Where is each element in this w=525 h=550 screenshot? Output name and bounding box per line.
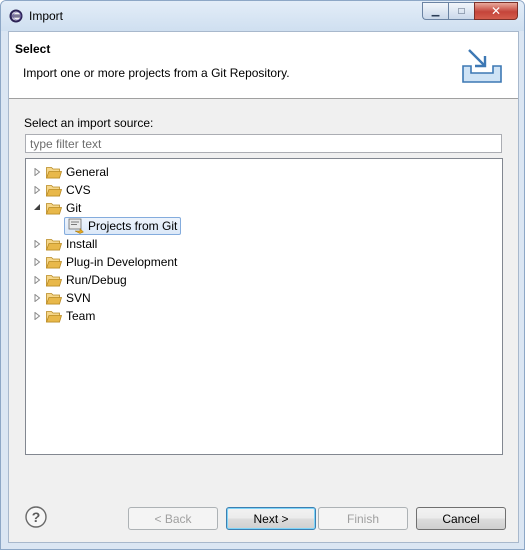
- back-button[interactable]: < Back: [128, 507, 218, 530]
- help-icon[interactable]: ?: [25, 506, 47, 528]
- import-source-label: Select an import source:: [24, 116, 154, 130]
- svg-text:?: ?: [32, 509, 41, 525]
- minimize-icon: ▁: [431, 5, 440, 17]
- tree-item[interactable]: Run/Debug: [32, 271, 127, 289]
- tree-item-label: Projects from Git: [88, 219, 178, 233]
- finish-button[interactable]: Finish: [318, 507, 408, 530]
- tree-item-label: Git: [66, 201, 82, 215]
- folder-icon: [46, 166, 62, 178]
- tree-item-label: SVN: [66, 291, 91, 305]
- import-tray-icon: [462, 49, 502, 83]
- minimize-button[interactable]: ▁: [422, 2, 448, 20]
- collapsed-arrow-icon[interactable]: [32, 307, 42, 325]
- folder-icon: [46, 184, 62, 196]
- tree-item[interactable]: Team: [32, 307, 95, 325]
- tree-child-item[interactable]: Projects from Git: [64, 217, 182, 235]
- page-title: Select: [15, 42, 51, 56]
- tree-item[interactable]: Git: [32, 199, 81, 217]
- import-source-tree[interactable]: General CVS Git Projects from Git Install Plu…: [25, 158, 503, 455]
- folder-icon: [46, 256, 62, 268]
- tree-item[interactable]: CVS: [32, 181, 91, 199]
- tree-item-label: Plug-in Development: [66, 255, 178, 269]
- title-bar[interactable]: Import ▁ □ ✕: [1, 1, 524, 31]
- tree-item-label: Team: [66, 309, 96, 323]
- collapsed-arrow-icon[interactable]: [32, 289, 42, 307]
- maximize-icon: □: [458, 5, 465, 17]
- close-icon: ✕: [490, 4, 502, 18]
- expanded-arrow-icon[interactable]: [32, 199, 42, 217]
- eclipse-icon: [9, 9, 23, 23]
- folder-icon: [46, 292, 62, 304]
- collapsed-arrow-icon[interactable]: [32, 235, 42, 253]
- window-title: Import: [29, 9, 64, 23]
- tree-item[interactable]: General: [32, 163, 109, 181]
- git-projects-icon: [68, 218, 84, 234]
- folder-icon: [46, 202, 62, 214]
- close-button[interactable]: ✕: [474, 2, 518, 20]
- collapsed-arrow-icon[interactable]: [32, 271, 42, 289]
- next-button[interactable]: Next >: [226, 507, 316, 530]
- tree-item[interactable]: SVN: [32, 289, 91, 307]
- wizard-banner: Select Import one or more projects from …: [9, 32, 518, 99]
- tree-item[interactable]: Install: [32, 235, 97, 253]
- caption-buttons: ▁ □ ✕: [422, 2, 518, 21]
- collapsed-arrow-icon[interactable]: [32, 163, 42, 181]
- folder-icon: [46, 274, 62, 286]
- tree-item[interactable]: Plug-in Development: [32, 253, 177, 271]
- tree-item-label: General: [66, 165, 109, 179]
- maximize-button[interactable]: □: [448, 2, 474, 20]
- folder-icon: [46, 238, 62, 250]
- selected-item-highlight[interactable]: Projects from Git: [64, 217, 182, 235]
- dialog-client-area: Select Import one or more projects from …: [8, 31, 519, 543]
- collapsed-arrow-icon[interactable]: [32, 253, 42, 271]
- folder-icon: [46, 310, 62, 322]
- cancel-button[interactable]: Cancel: [416, 507, 506, 530]
- collapsed-arrow-icon[interactable]: [32, 181, 42, 199]
- filter-input[interactable]: [25, 134, 502, 153]
- tree-item-label: CVS: [66, 183, 91, 197]
- tree-item-label: Run/Debug: [66, 273, 127, 287]
- page-description: Import one or more projects from a Git R…: [23, 66, 290, 80]
- tree-item-label: Install: [66, 237, 98, 251]
- import-dialog: Import ▁ □ ✕ Select Import one or more p…: [0, 0, 525, 550]
